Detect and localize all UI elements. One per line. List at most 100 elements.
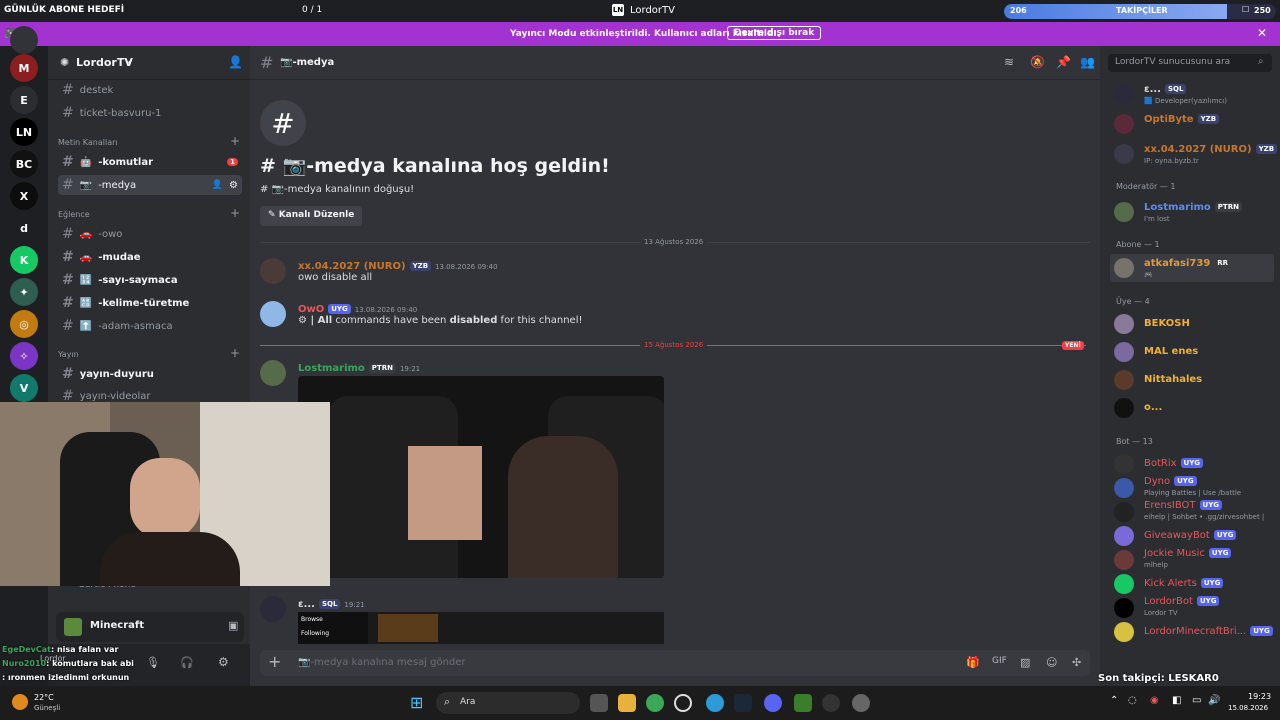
tray-network-icon[interactable]: ◧ xyxy=(1172,695,1181,706)
category-stream[interactable]: Yayın xyxy=(58,350,79,359)
avatar[interactable] xyxy=(260,301,286,327)
message-author[interactable]: xx.04.2027 (NURO) xyxy=(298,261,406,272)
channel-yayin-duyuru[interactable]: # yayın-duyuru xyxy=(58,364,242,384)
server-icon[interactable]: X xyxy=(10,182,38,210)
channel-settings-icon[interactable]: ⚙ xyxy=(229,180,238,191)
server-icon[interactable]: ◎ xyxy=(10,310,38,338)
edit-channel-button[interactable]: ✎ Kanalı Düzenle xyxy=(260,206,363,226)
message-author[interactable]: ε... xyxy=(298,599,315,610)
member-row[interactable]: BEKOSH xyxy=(1114,310,1274,338)
pin-icon[interactable]: 📌 xyxy=(1056,55,1071,69)
steam-icon[interactable] xyxy=(734,694,752,712)
channel-medya[interactable]: # 📷 -medya 👤 ⚙ xyxy=(58,175,242,195)
attached-image[interactable] xyxy=(298,376,664,578)
channel-destek[interactable]: # destek xyxy=(58,80,242,100)
channel-sayı-saymaca[interactable]: # 🔢 -sayı-saymaca xyxy=(58,270,242,290)
channel-ticket[interactable]: # ticket-basvuru-1 xyxy=(58,103,242,123)
channel-sidebar: ✺ LordorTV ⌄ 👤 # destek # ticket-basvuru-1… xyxy=(40,46,250,686)
message-author[interactable]: OwO xyxy=(298,304,324,315)
threads-icon[interactable]: ≋ xyxy=(1004,55,1014,69)
weather-temp[interactable]: 22°C xyxy=(34,693,54,702)
composer-placeholder[interactable]: 📷-medya kanalına mesaj gönder xyxy=(298,657,466,668)
category-fun[interactable]: Eğlence xyxy=(58,210,90,219)
server-icon[interactable]: BC xyxy=(10,150,38,178)
member-row[interactable]: ε... SQL 🟦 Developer(yazılımcı) xyxy=(1114,80,1274,108)
gif-icon[interactable]: GIF xyxy=(992,656,1007,666)
add-attachment-icon[interactable]: + xyxy=(268,652,281,671)
file-explorer-icon[interactable] xyxy=(618,694,636,712)
mute-bell-icon[interactable]: 🔕 xyxy=(1030,55,1045,69)
task-view-icon[interactable] xyxy=(590,694,608,712)
discord-icon[interactable] xyxy=(764,694,782,712)
minecraft-taskbar-icon[interactable] xyxy=(794,694,812,712)
settings-icon[interactable] xyxy=(852,694,870,712)
channel-komutlar[interactable]: # 🤖 -komutlar 1 xyxy=(58,152,242,172)
tray-app-icon[interactable]: ◌ xyxy=(1128,695,1137,706)
category-text[interactable]: Metin Kanalları xyxy=(58,138,118,147)
member-row[interactable]: xx.04.2027 (NURO) YZB IP: oyna.byzb.tr xyxy=(1114,140,1278,168)
add-member-icon[interactable]: 👤 xyxy=(228,55,243,69)
volume-icon[interactable]: 🔊 xyxy=(1208,695,1220,706)
member-row[interactable]: OptiByte YZB xyxy=(1114,110,1274,138)
disable-streamer-mode-button[interactable]: Devre dışı bırak xyxy=(727,26,822,40)
edge-icon[interactable] xyxy=(706,694,724,712)
windows-start-icon[interactable]: ⊞ xyxy=(410,693,423,712)
tray-chevron-icon[interactable]: ⌃ xyxy=(1110,695,1118,706)
avatar[interactable] xyxy=(260,258,286,284)
avatar[interactable] xyxy=(260,596,286,622)
tray-display-icon[interactable]: ▭ xyxy=(1192,695,1201,706)
channel-kelime-türetme[interactable]: # 🔠 -kelime-türetme xyxy=(58,293,242,313)
search-icon[interactable]: ⌕ xyxy=(1258,56,1264,67)
channel-label: -sayı-saymaca xyxy=(98,274,178,286)
avatar[interactable] xyxy=(260,360,286,386)
server-icon[interactable]: d xyxy=(10,214,38,242)
channel-owo[interactable]: # 🚗 -owo xyxy=(58,224,242,244)
member-list-icon[interactable]: 👥 xyxy=(1080,55,1095,69)
app-icon[interactable] xyxy=(822,694,840,712)
obs-icon[interactable] xyxy=(674,694,692,712)
activity-panel[interactable]: Minecraft ▣ xyxy=(56,612,244,642)
chrome-icon[interactable] xyxy=(646,694,664,712)
message-author[interactable]: Lostmarimo xyxy=(298,363,365,374)
member-row[interactable]: Nittahales xyxy=(1114,366,1274,394)
member-row[interactable]: MAL enes xyxy=(1114,338,1274,366)
member-name: Dyno UYG xyxy=(1144,476,1197,487)
taskbar-search[interactable]: ⌕ Ara xyxy=(436,692,580,714)
sticker-icon[interactable]: ▨ xyxy=(1020,656,1030,669)
tray-record-icon[interactable]: ◉ xyxy=(1150,695,1159,706)
channel-mudae[interactable]: # 🚗 -mudae xyxy=(58,247,242,267)
message-composer[interactable]: + 📷-medya kanalına mesaj gönder 🎁 GIF ▨ … xyxy=(260,650,1090,676)
server-icon[interactable]: M xyxy=(10,54,38,82)
gift-icon[interactable]: 🎁 xyxy=(966,656,980,669)
invite-icon[interactable]: 👤 xyxy=(212,180,223,190)
attached-image-2[interactable]: Browse Following xyxy=(298,612,664,644)
clock-date[interactable]: 15.08.2026 xyxy=(1228,704,1268,712)
member-subscriber[interactable]: atkafasi739 RR 🎮 xyxy=(1110,254,1274,282)
channel-adam-asmaca[interactable]: # ⬆️ -adam-asmaca xyxy=(58,316,242,336)
member-row[interactable]: o... xyxy=(1114,394,1274,422)
server-icon[interactable]: V xyxy=(10,374,38,402)
server-icon[interactable]: LN xyxy=(10,118,38,146)
member-moderator[interactable]: Lostmarimo PTRN I'm lost xyxy=(1114,198,1274,226)
member-row[interactable]: LordorMinecraftBri... UYG xyxy=(1114,618,1274,646)
search-box[interactable]: LordorTV sunucusunu ara ⌕ xyxy=(1108,54,1272,72)
home-icon[interactable] xyxy=(10,26,38,54)
unread-badge: 1 xyxy=(227,158,238,166)
search-placeholder[interactable]: LordorTV sunucusunu ara xyxy=(1115,57,1230,67)
stream-chat-line: : ıronmen izledinmi orkunun xyxy=(2,673,129,682)
server-icon[interactable]: E xyxy=(10,86,38,114)
weather-icon[interactable] xyxy=(12,694,28,710)
emoji-icon[interactable]: ☺ xyxy=(1046,656,1057,669)
clock-time[interactable]: 19:23 xyxy=(1248,692,1271,701)
server-header[interactable]: ✺ LordorTV ⌄ 👤 xyxy=(48,46,250,80)
server-icon[interactable]: ✧ xyxy=(10,342,38,370)
add-channel-icon[interactable]: + xyxy=(230,134,240,148)
member-name-text: LordorMinecraftBri... xyxy=(1144,626,1247,637)
close-icon[interactable]: ✕ xyxy=(1257,26,1267,40)
apps-icon[interactable]: ✣ xyxy=(1072,656,1081,669)
server-icon[interactable]: K xyxy=(10,246,38,274)
add-channel-icon[interactable]: + xyxy=(230,206,240,220)
add-channel-icon[interactable]: + xyxy=(230,346,240,360)
server-icon[interactable]: ✦ xyxy=(10,278,38,306)
screen-share-icon[interactable]: ▣ xyxy=(228,619,238,632)
